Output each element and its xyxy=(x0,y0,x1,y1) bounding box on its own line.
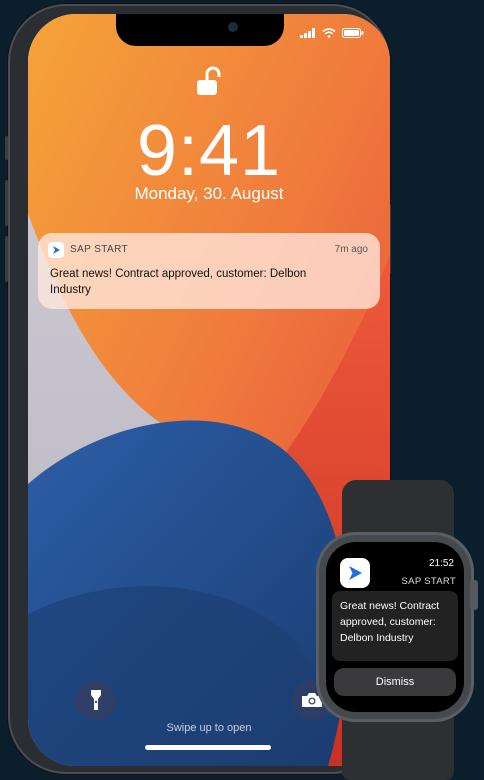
notification-card[interactable]: SAP START 7m ago Great news! Contract ap… xyxy=(38,233,380,309)
battery-icon xyxy=(342,28,364,38)
volume-down-button xyxy=(5,236,8,282)
home-indicator[interactable] xyxy=(145,745,271,750)
watch-time: 21:52 xyxy=(428,558,454,569)
flashlight-button[interactable] xyxy=(76,680,116,720)
silent-switch xyxy=(5,136,8,160)
front-camera xyxy=(228,22,238,32)
watch-strap-bottom xyxy=(342,712,454,780)
watch-screen[interactable]: 21:52 SAP START Great news! Contract app… xyxy=(326,542,464,712)
volume-up-button xyxy=(5,180,8,226)
lock-date: Monday, 30. August xyxy=(134,184,284,203)
watch-strap-top xyxy=(342,480,454,540)
signal-bars-icon xyxy=(300,28,315,38)
swipe-up-hint: Swipe up to open xyxy=(166,722,252,734)
dismiss-button[interactable]: Dismiss xyxy=(334,668,456,696)
flashlight-icon xyxy=(91,690,101,710)
unlocked-padlock-icon xyxy=(197,66,221,95)
watch-notification-card[interactable]: Great news! Contract approved, customer:… xyxy=(332,591,458,661)
status-bar xyxy=(300,28,364,38)
lock-time: 9:41 xyxy=(136,111,282,191)
sap-start-app-icon xyxy=(48,242,64,258)
watch-digital-crown[interactable] xyxy=(470,580,478,610)
sap-start-watch-app-icon xyxy=(340,558,370,588)
notch xyxy=(116,14,284,46)
watch-app-name: SAP START xyxy=(401,576,456,587)
notification-message: Great news! Contract approved, customer:… xyxy=(50,268,307,296)
watch-notification-message: Great news! Contract approved, customer:… xyxy=(340,600,440,644)
notification-time-ago: 7m ago xyxy=(334,244,368,255)
wifi-icon xyxy=(322,28,336,38)
notification-app-name: SAP START xyxy=(70,244,129,255)
